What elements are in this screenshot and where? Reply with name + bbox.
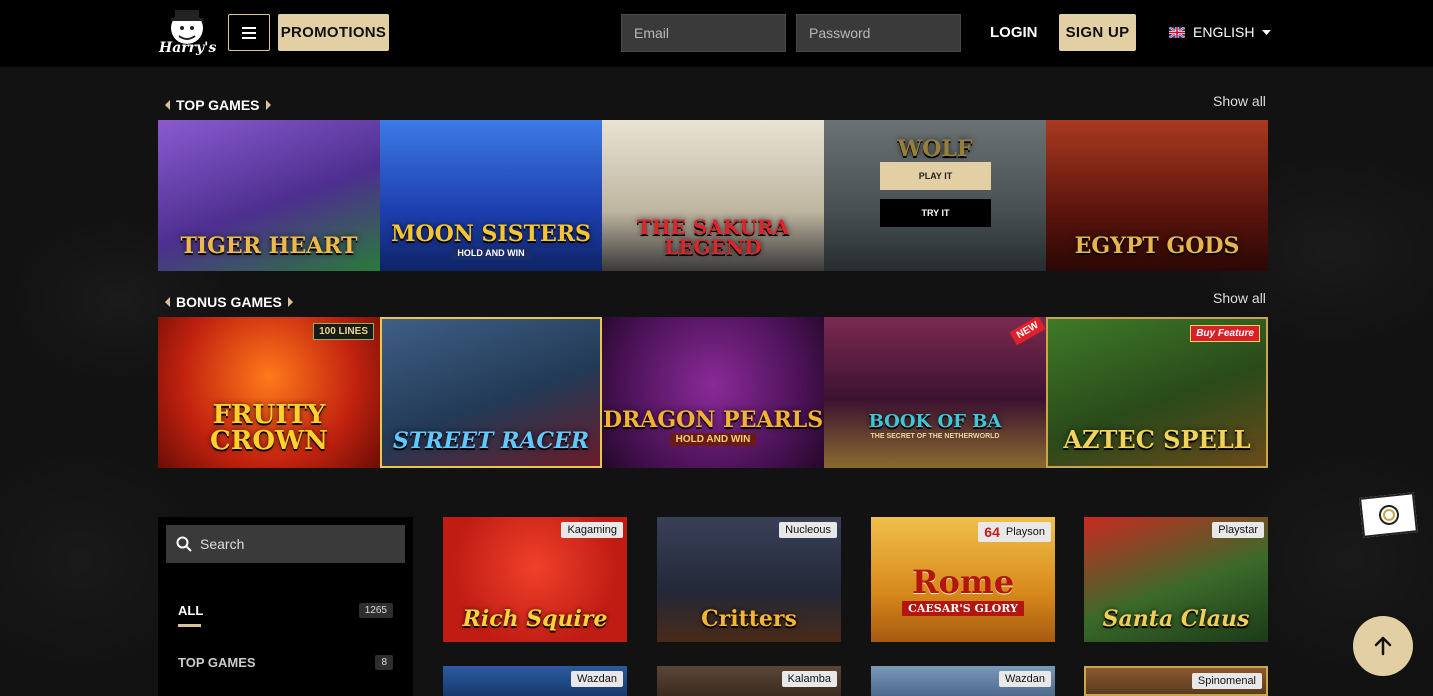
game-title: The Sakura Legend <box>636 215 790 259</box>
arrow-up-icon <box>1374 636 1392 656</box>
next-arrow-icon[interactable] <box>265 100 271 110</box>
game-title: Critters <box>701 606 797 632</box>
provider-name: Playson <box>1005 526 1045 538</box>
game-tile-dragon-pearls[interactable]: Dragon Pearls HOLD AND WIN <box>602 317 824 468</box>
game-title: Book of Ba <box>868 411 1002 432</box>
chevron-down-icon <box>1262 29 1272 35</box>
grid-tile-kalamba[interactable]: Kalamba <box>657 666 841 696</box>
next-arrow-icon[interactable] <box>287 297 293 307</box>
top-games-show-all[interactable]: Show all <box>1213 93 1266 109</box>
promotions-button[interactable]: PROMOTIONS <box>278 14 389 51</box>
game-tile-fruity-crown[interactable]: 100 LINES Fruity Crown <box>158 317 380 468</box>
game-tile-book-of-ba[interactable]: NEW Book of Ba THE SECRET OF THE NETHERW… <box>824 317 1046 468</box>
active-category-indicator <box>178 624 201 627</box>
game-title: Fruity Crown <box>210 400 328 456</box>
try-it-button[interactable]: TRY IT <box>880 199 991 227</box>
provider-badge: Wazdan <box>571 671 623 687</box>
provider-badge: Nucleous <box>779 522 837 538</box>
menu-button[interactable] <box>228 14 270 51</box>
game-tile-moon-sisters[interactable]: Moon Sisters HOLD AND WIN <box>380 120 602 271</box>
logo-text: Harry's <box>159 40 217 56</box>
coin-icon <box>1378 505 1399 525</box>
category-label: ALL <box>178 603 204 618</box>
lines-count: 64 <box>984 524 1000 540</box>
category-all[interactable]: ALL 1265 <box>178 603 393 618</box>
uk-flag-icon <box>1169 26 1185 38</box>
game-subtitle: HOLD AND WIN <box>451 247 531 259</box>
search-placeholder: Search <box>200 536 245 552</box>
prev-arrow-icon[interactable] <box>165 297 170 307</box>
section-title-label: TOP GAMES <box>176 97 260 113</box>
top-games-heading: TOP GAMES <box>165 97 271 113</box>
game-tile-tiger-heart[interactable]: Tiger Heart <box>158 120 380 271</box>
grid-tile-santa-claus[interactable]: Playstar Santa Claus <box>1084 517 1268 642</box>
grid-tile-wazdan-1[interactable]: Wazdan <box>443 666 627 696</box>
category-top-games[interactable]: TOP GAMES 8 <box>178 655 393 670</box>
bonus-games-row: 100 LINES Fruity Crown Street Racer Drag… <box>158 317 1268 468</box>
game-subtitle: THE SECRET OF THE NETHERWORLD <box>870 433 1000 440</box>
provider-badge: Wazdan <box>999 671 1051 687</box>
play-it-button[interactable]: PLAY IT <box>880 162 991 190</box>
game-title: Santa Claus <box>1102 606 1250 632</box>
game-title: Rome <box>911 563 1015 601</box>
game-tile-wolf[interactable]: Wolf PLAY IT TRY IT <box>824 120 1046 271</box>
new-badge: NEW <box>1009 317 1046 346</box>
game-title: Egypt Gods <box>1074 233 1240 259</box>
game-tile-egypt-gods[interactable]: Egypt Gods <box>1046 120 1268 271</box>
bonus-games-heading: BONUS GAMES <box>165 294 293 310</box>
bonus-games-show-all[interactable]: Show all <box>1213 290 1266 306</box>
hamburger-icon <box>242 26 256 39</box>
game-tile-street-racer[interactable]: Street Racer <box>380 317 602 468</box>
category-label: TOP GAMES <box>178 655 256 670</box>
signup-button[interactable]: SIGN UP <box>1059 14 1136 51</box>
section-title-label: BONUS GAMES <box>176 294 282 310</box>
game-title: Aztec Spell <box>1063 425 1251 454</box>
language-selector[interactable]: ENGLISH <box>1169 24 1272 40</box>
scroll-to-top-button[interactable] <box>1353 616 1413 676</box>
grid-tile-critters[interactable]: Nucleous Critters <box>657 517 841 642</box>
game-title: Rich Squire <box>462 606 608 632</box>
search-icon <box>176 536 192 552</box>
floating-widget[interactable] <box>1359 492 1418 538</box>
category-count: 1265 <box>358 603 393 618</box>
harrys-logo[interactable]: Harry's <box>157 6 217 60</box>
top-games-row: Tiger Heart Moon Sisters HOLD AND WIN Th… <box>158 120 1268 271</box>
top-header: Harry's PROMOTIONS LOGIN SIGN UP ENGLISH <box>0 0 1433 67</box>
category-sidebar: Search ALL 1265 TOP GAMES 8 <box>158 517 413 696</box>
game-title: Street Racer <box>392 428 590 454</box>
search-input[interactable]: Search <box>166 525 405 563</box>
lines-badge: 100 LINES <box>313 323 374 340</box>
grid-tile-rome[interactable]: 64 Playson Rome CAESAR'S GLORY <box>871 517 1055 642</box>
provider-badge: 64 Playson <box>978 522 1051 542</box>
grid-tile-rich-squire[interactable]: Kagaming Rich Squire <box>443 517 627 642</box>
provider-badge: Kalamba <box>781 671 837 687</box>
game-subtitle: CAESAR'S GLORY <box>902 601 1024 616</box>
game-title: Moon Sisters <box>391 221 591 247</box>
game-tile-aztec-spell[interactable]: Buy Feature Aztec Spell <box>1046 317 1268 468</box>
game-title: Dragon Pearls <box>602 407 824 433</box>
prev-arrow-icon[interactable] <box>165 100 170 110</box>
grid-tile-spinomenal[interactable]: Spinomenal <box>1084 666 1268 696</box>
grid-tile-wazdan-2[interactable]: Wazdan <box>871 666 1055 696</box>
password-input[interactable] <box>796 14 961 52</box>
buy-feature-badge: Buy Feature <box>1190 325 1260 342</box>
category-count: 8 <box>375 655 393 670</box>
email-input[interactable] <box>621 14 786 52</box>
provider-badge: Playstar <box>1212 522 1264 538</box>
game-tile-sakura-legend[interactable]: The Sakura Legend <box>602 120 824 271</box>
game-subtitle: HOLD AND WIN <box>669 433 757 446</box>
game-title: Tiger Heart <box>180 233 358 259</box>
hover-overlay <box>824 120 1046 271</box>
provider-badge: Kagaming <box>561 522 623 538</box>
provider-badge: Spinomenal <box>1191 673 1262 689</box>
language-label: ENGLISH <box>1193 24 1255 40</box>
login-button[interactable]: LOGIN <box>990 24 1038 41</box>
